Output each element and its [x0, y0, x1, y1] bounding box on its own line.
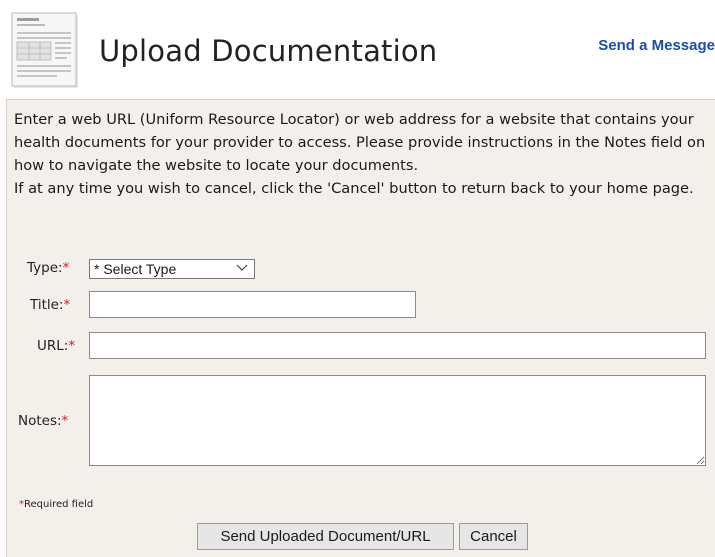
type-label: Type:*: [27, 260, 70, 276]
send-message-link[interactable]: Send a Message: [598, 37, 715, 54]
required-marker: *: [68, 338, 76, 354]
required-marker: *: [62, 260, 70, 276]
document-icon: [11, 12, 78, 88]
upload-documentation-page: Upload Documentation Send a Message Ente…: [0, 0, 715, 557]
required-marker: *: [61, 413, 69, 429]
type-select[interactable]: * Select Type: [89, 259, 255, 279]
notes-label: Notes:*: [18, 413, 69, 429]
chevron-down-icon: [236, 264, 248, 271]
title-input[interactable]: [89, 291, 416, 318]
title-label: Title:*: [30, 297, 71, 313]
cancel-button[interactable]: Cancel: [459, 523, 528, 550]
instructions-text: Enter a web URL (Uniform Resource Locato…: [14, 108, 714, 200]
required-marker: *: [63, 297, 71, 313]
title-row: Title:*: [7, 291, 715, 319]
notes-textarea[interactable]: [89, 375, 706, 466]
url-input[interactable]: [89, 332, 706, 359]
type-row: Type:* * Select Type: [7, 259, 715, 280]
url-label: URL:*: [37, 338, 76, 354]
send-uploaded-document-button[interactable]: Send Uploaded Document/URL: [197, 523, 454, 550]
page-title: Upload Documentation: [99, 34, 438, 68]
required-field-note: *Required field: [19, 499, 94, 510]
instructions-paragraph: Enter a web URL (Uniform Resource Locato…: [14, 111, 706, 174]
notes-row: Notes:*: [7, 375, 715, 467]
type-select-value: * Select Type: [94, 261, 177, 277]
page-header: Upload Documentation Send a Message: [0, 0, 715, 92]
url-row: URL:*: [7, 332, 715, 360]
cancel-instructions-paragraph: If at any time you wish to cancel, click…: [14, 180, 694, 197]
upload-form-panel: Enter a web URL (Uniform Resource Locato…: [6, 99, 715, 557]
